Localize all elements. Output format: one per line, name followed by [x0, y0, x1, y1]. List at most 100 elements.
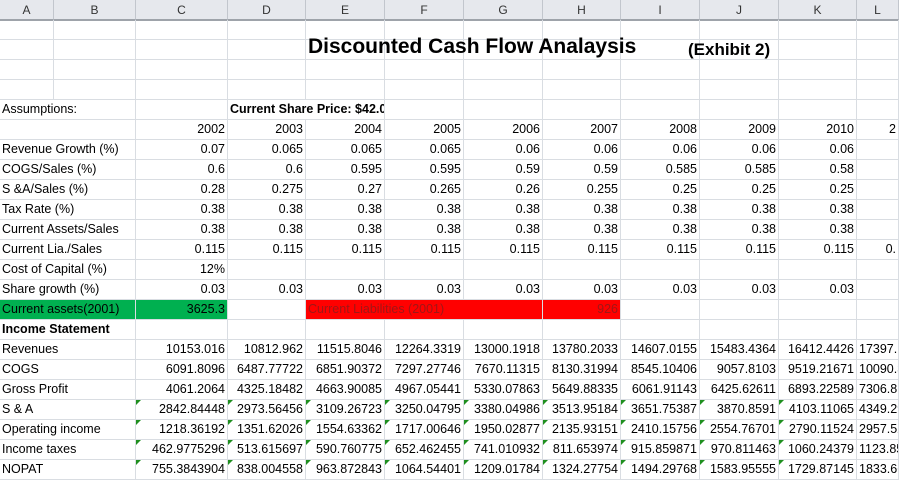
cell[interactable]: [621, 100, 700, 119]
cell[interactable]: [306, 60, 385, 79]
column-header-b[interactable]: B: [54, 0, 136, 20]
income-value[interactable]: 6061.91143: [621, 380, 700, 399]
assumption-value[interactable]: 0.115: [621, 240, 700, 259]
income-value[interactable]: 8130.31994: [543, 360, 621, 379]
column-header-j[interactable]: J: [700, 0, 779, 20]
assumption-value[interactable]: 0.03: [136, 280, 228, 299]
assumption-value[interactable]: [857, 160, 899, 179]
share-price-label[interactable]: Current Share Price: $42.09: [228, 100, 385, 119]
income-value[interactable]: 6893.22589: [779, 380, 857, 399]
income-label[interactable]: NOPAT: [0, 460, 136, 479]
assumption-value[interactable]: [306, 260, 385, 279]
assumption-value[interactable]: 0.06: [543, 140, 621, 159]
assumption-value[interactable]: 0.38: [779, 220, 857, 239]
income-value[interactable]: 1324.27754: [543, 460, 621, 479]
income-value[interactable]: 14607.0155: [621, 340, 700, 359]
income-value[interactable]: 6487.77722: [228, 360, 306, 379]
income-value[interactable]: 4061.2064: [136, 380, 228, 399]
income-value[interactable]: 13000.1918: [464, 340, 543, 359]
exhibit-label[interactable]: (Exhibit 2): [688, 40, 770, 60]
assumption-value[interactable]: 0.59: [543, 160, 621, 179]
assumption-value[interactable]: 0.38: [543, 200, 621, 219]
income-value[interactable]: 2973.56456: [228, 400, 306, 419]
assumption-value[interactable]: 0.03: [543, 280, 621, 299]
year-header[interactable]: 2: [857, 120, 899, 139]
year-header[interactable]: 2009: [700, 120, 779, 139]
column-header-g[interactable]: G: [464, 0, 543, 20]
assumption-label[interactable]: Share growth (%): [0, 280, 136, 299]
assumption-value[interactable]: 0.28: [136, 180, 228, 199]
assumption-value[interactable]: [228, 260, 306, 279]
assumption-value[interactable]: 0.065: [306, 140, 385, 159]
income-label[interactable]: COGS: [0, 360, 136, 379]
assumption-value[interactable]: 0.115: [306, 240, 385, 259]
year-header[interactable]: 2010: [779, 120, 857, 139]
column-header-h[interactable]: H: [543, 0, 621, 20]
assumption-value[interactable]: 0.38: [464, 200, 543, 219]
cell[interactable]: [857, 40, 899, 59]
cell[interactable]: [228, 20, 306, 39]
income-value[interactable]: 11515.8046: [306, 340, 385, 359]
assumption-value[interactable]: 0.03: [621, 280, 700, 299]
assumption-value[interactable]: 0.115: [700, 240, 779, 259]
assumption-value[interactable]: 0.38: [136, 200, 228, 219]
income-value[interactable]: 8545.10406: [621, 360, 700, 379]
income-value[interactable]: 838.004558: [228, 460, 306, 479]
cell[interactable]: [621, 60, 700, 79]
income-value[interactable]: 5649.88335: [543, 380, 621, 399]
income-value[interactable]: 17397.18: [857, 340, 899, 359]
income-value[interactable]: 1064.54401: [385, 460, 464, 479]
income-value[interactable]: 9057.8103: [700, 360, 779, 379]
income-value[interactable]: 2135.93151: [543, 420, 621, 439]
income-value[interactable]: 652.462455: [385, 440, 464, 459]
income-value[interactable]: 1717.00646: [385, 420, 464, 439]
current-assets-label[interactable]: Current assets(2001): [0, 300, 136, 319]
assumptions-label[interactable]: Assumptions:: [0, 100, 136, 119]
cell[interactable]: [700, 320, 779, 339]
income-value[interactable]: 4103.11065: [779, 400, 857, 419]
income-value[interactable]: 590.760775: [306, 440, 385, 459]
assumption-value[interactable]: 0.595: [306, 160, 385, 179]
assumption-value[interactable]: 0.115: [464, 240, 543, 259]
assumption-value[interactable]: 0.6: [228, 160, 306, 179]
assumption-value[interactable]: 0.38: [385, 220, 464, 239]
assumption-value[interactable]: 0.38: [228, 220, 306, 239]
assumption-value[interactable]: 0.065: [228, 140, 306, 159]
cell[interactable]: [779, 80, 857, 99]
assumption-value[interactable]: [779, 260, 857, 279]
assumption-value[interactable]: 0.115: [385, 240, 464, 259]
cell[interactable]: [228, 60, 306, 79]
cell[interactable]: [306, 80, 385, 99]
income-value[interactable]: 513.615697: [228, 440, 306, 459]
assumption-value[interactable]: [700, 260, 779, 279]
assumption-value[interactable]: 0.115: [228, 240, 306, 259]
cell[interactable]: [228, 300, 306, 319]
assumption-value[interactable]: 0.06: [464, 140, 543, 159]
column-header-e[interactable]: E: [306, 0, 385, 20]
assumption-value[interactable]: 0.07: [136, 140, 228, 159]
income-value[interactable]: 4967.05441: [385, 380, 464, 399]
column-header-a[interactable]: A: [0, 0, 54, 20]
income-value[interactable]: 4325.18482: [228, 380, 306, 399]
assumption-value[interactable]: 0.03: [779, 280, 857, 299]
income-value[interactable]: 10812.962: [228, 340, 306, 359]
assumption-value[interactable]: 0.595: [385, 160, 464, 179]
income-value[interactable]: 5330.07863: [464, 380, 543, 399]
assumption-value[interactable]: 0.38: [621, 200, 700, 219]
cell[interactable]: [621, 300, 700, 319]
assumption-value[interactable]: 0.38: [306, 220, 385, 239]
income-value[interactable]: 3651.75387: [621, 400, 700, 419]
cell[interactable]: [700, 80, 779, 99]
current-liabilities-label[interactable]: Current Liabilities (2001): [306, 300, 543, 319]
cell[interactable]: [857, 100, 899, 119]
cell[interactable]: [136, 100, 228, 119]
assumption-value[interactable]: [543, 260, 621, 279]
column-header-i[interactable]: I: [621, 0, 700, 20]
income-value[interactable]: 2410.15756: [621, 420, 700, 439]
income-value[interactable]: 10090.36: [857, 360, 899, 379]
assumption-value[interactable]: 0.: [857, 240, 899, 259]
assumption-value[interactable]: 0.03: [228, 280, 306, 299]
cell[interactable]: [543, 60, 621, 79]
assumption-value[interactable]: 0.38: [136, 220, 228, 239]
assumption-value[interactable]: 0.25: [621, 180, 700, 199]
